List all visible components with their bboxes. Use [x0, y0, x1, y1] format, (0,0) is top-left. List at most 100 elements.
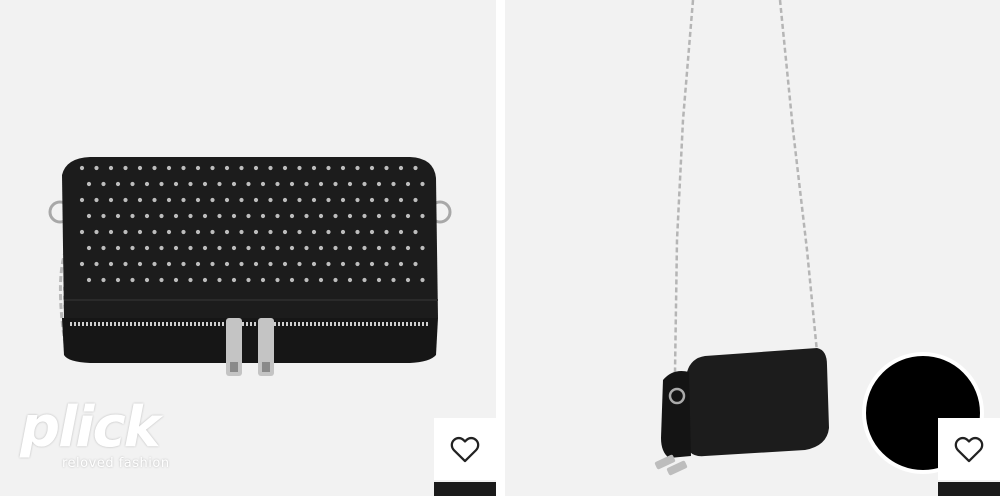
stud [318, 245, 324, 251]
stud [159, 181, 164, 187]
stud [101, 181, 106, 187]
stud [340, 229, 346, 235]
stud [246, 213, 251, 219]
stud [304, 277, 309, 283]
stud [420, 181, 425, 187]
stud [202, 213, 208, 219]
stud [130, 213, 135, 219]
stud [137, 197, 143, 203]
stud [166, 261, 172, 267]
heart-outline-icon [954, 436, 984, 463]
product-card-studded-clutch[interactable]: plick reloved fashion [0, 0, 496, 496]
stud [268, 197, 273, 203]
stud [398, 165, 404, 171]
stud [123, 229, 128, 235]
stud [268, 165, 273, 171]
stud [405, 181, 411, 187]
stud [289, 245, 295, 251]
stud [355, 197, 360, 203]
stud [115, 277, 121, 283]
stud [94, 229, 99, 235]
stud [326, 261, 331, 267]
stud [94, 165, 99, 171]
stud [260, 213, 266, 219]
stud [347, 213, 353, 219]
stud [282, 261, 288, 267]
stud [362, 277, 367, 283]
stud [282, 197, 288, 203]
stud [108, 261, 114, 267]
stud [326, 165, 331, 171]
stud [217, 213, 222, 219]
plick-logo: plick reloved fashion [20, 398, 190, 480]
stud [181, 197, 186, 203]
wishlist-button[interactable] [938, 418, 1000, 480]
stud [239, 197, 244, 203]
stud [101, 213, 106, 219]
stud [340, 261, 346, 267]
stud [333, 213, 338, 219]
product-gallery: plick reloved fashion [0, 0, 1000, 496]
stud [318, 181, 324, 187]
stud [333, 181, 338, 187]
logo-tagline: reloved fashion [62, 456, 170, 471]
stud [159, 213, 164, 219]
stud [195, 229, 201, 235]
stud [376, 213, 382, 219]
stud [181, 261, 186, 267]
stud [420, 277, 425, 283]
stud [253, 261, 259, 267]
stud [297, 197, 302, 203]
stud [347, 181, 353, 187]
stud [144, 181, 150, 187]
stud [275, 181, 280, 187]
stud [217, 277, 222, 283]
stud [355, 261, 360, 267]
stud [289, 181, 295, 187]
stud [347, 245, 353, 251]
stud [210, 165, 215, 171]
stud [268, 229, 273, 235]
stud [420, 213, 425, 219]
stud [166, 165, 172, 171]
stud [137, 229, 143, 235]
stud [413, 165, 418, 171]
stud [362, 245, 367, 251]
stud [224, 197, 230, 203]
stud [311, 165, 317, 171]
stud [224, 261, 230, 267]
stud [195, 197, 201, 203]
stud [115, 245, 121, 251]
stud [195, 165, 201, 171]
stud [79, 229, 85, 235]
stud [130, 181, 135, 187]
stud [384, 261, 389, 267]
stud [231, 277, 237, 283]
stud [282, 165, 288, 171]
stud [195, 261, 201, 267]
stud [369, 197, 375, 203]
stud [268, 261, 273, 267]
stud [391, 181, 396, 187]
stud [152, 229, 157, 235]
stud [86, 181, 92, 187]
stud [347, 277, 353, 283]
stud [362, 213, 367, 219]
card-footer-tab [938, 482, 1000, 496]
stud [108, 165, 114, 171]
logo-wordmark: plick [20, 395, 161, 460]
stud [144, 245, 150, 251]
stud [311, 229, 317, 235]
wishlist-button[interactable] [434, 418, 496, 480]
stud [282, 229, 288, 235]
stud [101, 277, 106, 283]
stud [181, 165, 186, 171]
stud [210, 229, 215, 235]
stud [79, 165, 85, 171]
stud [115, 213, 121, 219]
stud [398, 197, 404, 203]
heart-outline-icon [450, 436, 480, 463]
stud [413, 261, 418, 267]
stud [94, 197, 99, 203]
stud [246, 245, 251, 251]
